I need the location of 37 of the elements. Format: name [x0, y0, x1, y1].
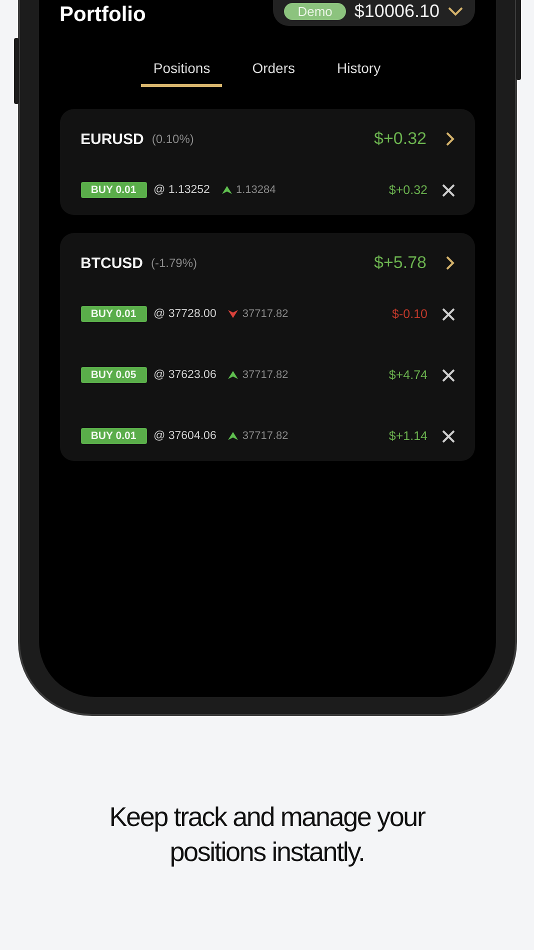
total-profit: $+5.78	[374, 253, 426, 273]
close-icon[interactable]	[442, 308, 454, 320]
account-balance: $10006.10	[354, 0, 440, 22]
symbol-name: EURUSD	[80, 130, 144, 148]
position-profit: $-0.10	[392, 307, 428, 321]
current-price: 37717.82	[242, 308, 290, 320]
buy-badge: BUY 0.05	[80, 367, 146, 383]
buy-badge: BUY 0.01	[80, 428, 146, 444]
buy-badge: BUY 0.01	[80, 306, 146, 322]
change-percent: (-1.79%)	[151, 256, 198, 270]
caption: Keep track and manage your positions instantly.	[108, 801, 426, 869]
open-price: @ 1.13252	[154, 184, 210, 196]
open-price: @ 37623.06	[154, 369, 216, 381]
total-profit: $+0.32	[374, 129, 426, 149]
chevron-down-icon	[448, 6, 462, 16]
position-profit: $+1.14	[388, 429, 428, 443]
symbol-name: BTCUSD	[80, 254, 143, 272]
current-price: 37717.82	[242, 369, 290, 381]
position-profit: $+4.74	[388, 368, 428, 382]
tab[interactable]: History	[325, 60, 393, 87]
change-percent: (0.10%)	[152, 132, 195, 146]
page-title: Portfolio	[60, 4, 146, 26]
demo-badge: Demo	[284, 2, 346, 20]
buy-badge: BUY 0.01	[80, 182, 146, 198]
account-selector[interactable]: Demo $10006.10	[272, 0, 474, 26]
close-icon[interactable]	[442, 184, 454, 196]
position-profit: $+0.32	[388, 183, 428, 197]
chevron-right-icon[interactable]	[444, 131, 454, 147]
tab[interactable]: Orders	[240, 60, 308, 87]
close-icon[interactable]	[442, 430, 454, 442]
current-price: 37717.82	[242, 430, 290, 442]
tab[interactable]: Positions	[141, 60, 222, 87]
open-price: @ 37604.06	[154, 430, 216, 442]
close-icon[interactable]	[442, 368, 454, 382]
current-price: 1.13284	[236, 184, 277, 196]
open-price: @ 37728.00	[154, 308, 216, 320]
chevron-right-icon[interactable]	[444, 255, 454, 271]
